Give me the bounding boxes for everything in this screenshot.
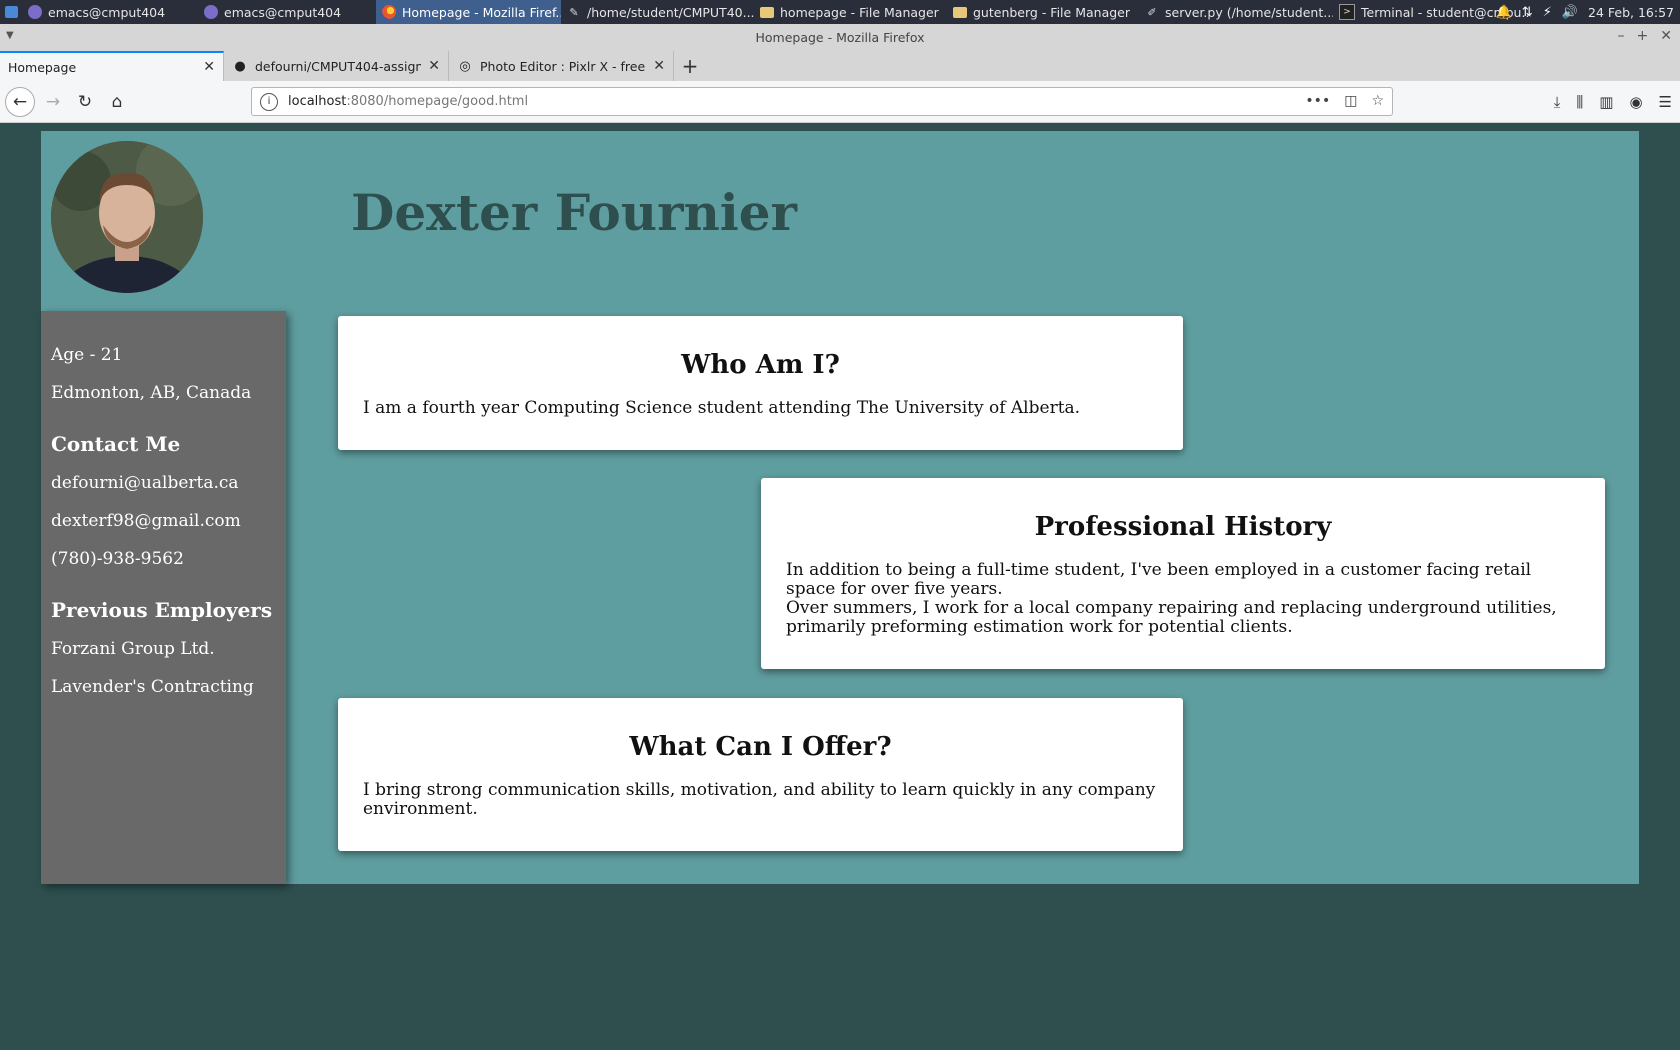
close-tab-icon[interactable]: ✕ [428, 58, 440, 74]
tab-homepage[interactable]: Homepage ✕ [0, 51, 224, 81]
network-icon[interactable]: ⇅ [1522, 5, 1533, 20]
page-content: Dexter Fournier Age - 21 Edmonton, AB, C… [41, 131, 1639, 884]
pencil-icon: ✐ [1147, 5, 1157, 19]
tab-label: Homepage [8, 59, 77, 75]
taskbar-item-label: /home/student/CMPUT40... [587, 4, 754, 20]
taskbar-item-text-editor[interactable]: ✎ /home/student/CMPUT40... [561, 0, 754, 24]
downloads-icon[interactable]: ⤓ [1554, 93, 1561, 111]
taskbar-item-file-manager-homepage[interactable]: homepage - File Manager [754, 0, 947, 24]
card-text: I bring strong communication skills, mot… [363, 780, 1156, 819]
library-icon[interactable]: ⫼ [1576, 93, 1583, 111]
site-info-icon[interactable]: i [260, 92, 278, 111]
card-title: Professional History [1034, 512, 1332, 542]
github-icon: ● [234, 58, 246, 74]
back-button[interactable]: ← [5, 87, 35, 117]
card-text: In addition to being a full-time student… [786, 560, 1532, 599]
taskbar-item-label: emacs@cmput404 [48, 4, 166, 20]
taskbar-item-label: emacs@cmput404 [224, 4, 342, 20]
tab-label: Photo Editor : Pixlr X - free im [480, 58, 646, 74]
taskbar-item-server-py[interactable]: ✐ server.py (/home/student... [1139, 0, 1333, 24]
taskbar-item-file-manager-gutenberg[interactable]: gutenberg - File Manager [947, 0, 1139, 24]
volume-icon[interactable]: 🔊 [1562, 5, 1578, 20]
email-primary: defourni@ualberta.ca [51, 473, 239, 493]
taskbar-item-emacs-1[interactable]: emacs@cmput404 [22, 0, 198, 24]
taskbar-item-emacs-2[interactable]: emacs@cmput404 [198, 0, 376, 24]
account-icon[interactable]: ◉ [1629, 93, 1642, 111]
info-sidebar: Age - 21 Edmonton, AB, Canada Contact Me… [41, 311, 286, 884]
card-text: Over summers, I work for a local company… [786, 598, 1557, 637]
bookmark-star-icon[interactable]: ☆ [1371, 93, 1384, 109]
system-tray: 🔔 ⇅ ⚡ 🔊 24 Feb, 16:57 [1496, 0, 1680, 24]
terminal-icon: > [1339, 4, 1355, 20]
minimize-icon[interactable]: – [1618, 28, 1625, 44]
power-icon[interactable]: ⚡ [1543, 5, 1552, 20]
applications-menu-icon[interactable] [0, 0, 22, 24]
who-am-i-card: Who Am I? I am a fourth year Computing S… [338, 316, 1183, 450]
card-title: What Can I Offer? [629, 732, 892, 762]
phone-number: (780)-938-9562 [51, 549, 184, 569]
hamburger-menu-icon[interactable]: ☰ [1659, 93, 1672, 111]
window-titlebar: ▼ Homepage - Mozilla Firefox – + ✕ [0, 24, 1680, 51]
url-bar[interactable]: i localhost:8080/homepage/good.html ••• … [251, 87, 1393, 116]
notification-bell-icon[interactable]: 🔔 [1496, 5, 1512, 20]
folder-icon [760, 6, 774, 18]
close-window-icon[interactable]: ✕ [1660, 28, 1672, 44]
text-editor-icon: ✎ [569, 5, 579, 19]
tab-pixlr[interactable]: ◎ Photo Editor : Pixlr X - free im ✕ [449, 51, 674, 81]
what-can-i-offer-card: What Can I Offer? I bring strong communi… [338, 698, 1183, 851]
pixlr-icon: ◎ [459, 58, 471, 74]
firefox-icon [382, 5, 396, 19]
close-tab-icon[interactable]: ✕ [653, 58, 665, 74]
emacs-icon [204, 5, 218, 19]
page-actions-icon[interactable]: ••• [1305, 93, 1330, 109]
employers-heading: Previous Employers [51, 598, 273, 622]
window-menu-icon[interactable]: ▼ [6, 30, 14, 41]
folder-icon [953, 6, 967, 18]
clock[interactable]: 24 Feb, 16:57 [1588, 5, 1674, 20]
emacs-icon [28, 5, 42, 19]
taskbar-item-label: Homepage - Mozilla Firef... [402, 4, 561, 20]
pocket-icon[interactable]: ◫ [1344, 93, 1357, 109]
card-text: I am a fourth year Computing Science stu… [363, 398, 1081, 418]
home-button[interactable]: ⌂ [104, 89, 130, 115]
employer-item: Lavender's Contracting [51, 677, 254, 697]
professional-history-card: Professional History In addition to bein… [761, 478, 1605, 669]
maximize-icon[interactable]: + [1637, 28, 1649, 44]
reload-button[interactable]: ↻ [72, 89, 98, 115]
profile-photo [51, 141, 203, 293]
forward-button[interactable]: → [40, 89, 66, 115]
desktop-panel: emacs@cmput404 emacs@cmput404 Homepage -… [0, 0, 1680, 24]
url-host: localhost [288, 94, 347, 109]
url-text[interactable]: localhost:8080/homepage/good.html [288, 94, 528, 109]
taskbar-item-label: server.py (/home/student... [1165, 4, 1333, 20]
age-text: Age - 21 [51, 345, 123, 365]
contact-heading: Contact Me [51, 432, 181, 456]
close-tab-icon[interactable]: ✕ [203, 59, 215, 75]
card-title: Who Am I? [681, 350, 840, 380]
new-tab-button[interactable]: + [674, 51, 706, 81]
window-title: Homepage - Mozilla Firefox [755, 30, 925, 45]
navigation-toolbar: ← → ↻ ⌂ i localhost:8080/homepage/good.h… [0, 81, 1680, 123]
taskbar-item-label: gutenberg - File Manager [973, 4, 1130, 20]
taskbar-item-firefox[interactable]: Homepage - Mozilla Firef... [376, 0, 561, 24]
page-title: Dexter Fournier [351, 183, 797, 242]
employer-item: Forzani Group Ltd. [51, 639, 215, 659]
taskbar-item-label: homepage - File Manager [780, 4, 939, 20]
tab-strip: Homepage ✕ ● defourni/CMPUT404-assignm ✕… [0, 51, 1680, 81]
sidebar-toggle-icon[interactable]: ▥ [1599, 93, 1613, 111]
location-text: Edmonton, AB, Canada [51, 383, 252, 403]
url-path: :8080/homepage/good.html [346, 94, 529, 109]
email-secondary: dexterf98@gmail.com [51, 511, 241, 531]
tab-github[interactable]: ● defourni/CMPUT404-assignm ✕ [224, 51, 449, 81]
tab-label: defourni/CMPUT404-assignm [255, 58, 422, 74]
